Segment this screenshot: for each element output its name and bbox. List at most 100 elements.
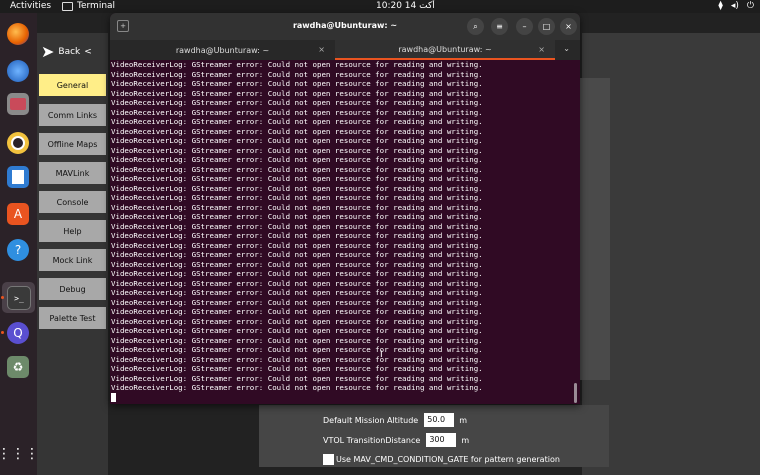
gate-row: Use MAV_CMD_CONDITION_GATE for pattern g… — [323, 454, 560, 465]
log-line: VideoReceiverLog: GStreamer error: Could… — [111, 297, 483, 307]
altitude-unit: m — [459, 415, 468, 425]
log-line: VideoReceiverLog: GStreamer error: Could… — [111, 288, 483, 297]
terminal-output[interactable]: VideoReceiverLog: GStreamer error: Could… — [111, 60, 571, 404]
log-line: VideoReceiverLog: GStreamer error: Could… — [111, 69, 483, 79]
log-line: VideoReceiverLog: GStreamer error: Could… — [111, 316, 483, 326]
log-line: VideoReceiverLog: GStreamer error: Could… — [111, 326, 483, 335]
plan-view-settings: Default Mission Altitude 50.0 m VTOL Tra… — [259, 405, 609, 467]
log-line: VideoReceiverLog: GStreamer error: Could… — [111, 88, 483, 98]
menu-debug[interactable]: Debug — [39, 278, 106, 300]
log-line: VideoReceiverLog: GStreamer error: Could… — [111, 126, 483, 136]
log-line: VideoReceiverLog: GStreamer error: Could… — [111, 345, 483, 354]
log-line: VideoReceiverLog: GStreamer error: Could… — [111, 364, 483, 373]
running-indicator — [1, 331, 4, 334]
log-line: VideoReceiverLog: GStreamer error: Could… — [111, 221, 483, 231]
log-line: VideoReceiverLog: GStreamer error: Could… — [111, 117, 483, 126]
menu-offline-maps[interactable]: Offline Maps — [39, 133, 106, 155]
text-cursor — [111, 392, 116, 402]
gate-label: Use MAV_CMD_CONDITION_GATE for pattern g… — [336, 455, 560, 464]
writer-icon[interactable] — [7, 166, 29, 188]
activities-button[interactable]: Activities — [10, 1, 51, 11]
log-line: VideoReceiverLog: GStreamer error: Could… — [111, 193, 483, 202]
log-line: VideoReceiverLog: GStreamer error: Could… — [111, 79, 483, 88]
top-bar: Activities Terminal 10:20 14 أكت ⧫ ◂) ⏻ — [0, 0, 760, 13]
dock: A ? >_ Q ♻ ⋮⋮⋮ — [0, 13, 39, 475]
grid-icon[interactable]: ⋮⋮⋮ — [0, 443, 39, 465]
menu-mock-link[interactable]: Mock Link — [39, 249, 106, 271]
back-button[interactable]: ➤ Back < — [41, 42, 92, 61]
settings-panel — [578, 78, 610, 380]
log-line: VideoReceiverLog: GStreamer error: Could… — [111, 98, 483, 107]
log-line: VideoReceiverLog: GStreamer error: Could… — [111, 60, 483, 69]
log-line: VideoReceiverLog: GStreamer error: Could… — [111, 202, 483, 212]
altitude-row: Default Mission Altitude 50.0 m — [323, 413, 467, 427]
search-icon[interactable]: ⌕ — [467, 18, 484, 35]
rhythmbox-icon[interactable] — [7, 132, 29, 154]
menu-help[interactable]: Help — [39, 220, 106, 242]
qgroundcontrol-icon[interactable]: Q — [7, 322, 29, 344]
tab-close-icon[interactable]: × — [538, 45, 545, 54]
chevron-down-icon[interactable]: ⌄ — [563, 44, 570, 53]
log-line: VideoReceiverLog: GStreamer error: Could… — [111, 231, 483, 240]
tab-1[interactable]: rawdha@Ubunturaw: ~ × — [110, 40, 335, 60]
scrollbar[interactable] — [574, 383, 577, 403]
firefox-icon[interactable] — [7, 23, 29, 45]
minimize-icon[interactable]: – — [516, 18, 533, 35]
tab-2[interactable]: rawdha@Ubunturaw: ~ × — [335, 40, 555, 60]
log-line: VideoReceiverLog: GStreamer error: Could… — [111, 240, 483, 250]
log-line: VideoReceiverLog: GStreamer error: Could… — [111, 174, 483, 183]
menu-mavlink[interactable]: MAVLink — [39, 162, 106, 184]
network-icon: ⧫ — [718, 1, 723, 11]
maximize-icon[interactable]: □ — [538, 18, 555, 35]
power-icon: ⏻ — [746, 1, 754, 11]
help-icon[interactable]: ? — [7, 239, 29, 261]
altitude-label: Default Mission Altitude — [323, 415, 419, 425]
log-line: VideoReceiverLog: GStreamer error: Could… — [111, 107, 483, 117]
altitude-field[interactable]: 50.0 — [424, 413, 455, 427]
log-line: VideoReceiverLog: GStreamer error: Could… — [111, 354, 483, 364]
back-label: Back — [58, 46, 81, 57]
tab-close-icon[interactable]: × — [318, 45, 325, 54]
app-name: Terminal — [77, 1, 116, 11]
log-line: VideoReceiverLog: GStreamer error: Could… — [111, 278, 483, 288]
menu-console[interactable]: Console — [39, 191, 106, 213]
hamburger-menu-icon[interactable]: ≡ — [491, 18, 508, 35]
tab-label: rawdha@Ubunturaw: ~ — [175, 45, 270, 55]
log-line: VideoReceiverLog: GStreamer error: Could… — [111, 164, 483, 174]
terminal-window: + rawdha@Ubunturaw: ~ ⌕ ≡ – □ × rawdha@U… — [110, 13, 580, 404]
paper-plane-icon: ➤ — [41, 42, 55, 61]
log-line: VideoReceiverLog: GStreamer error: Could… — [111, 269, 483, 278]
tab-label: rawdha@Ubunturaw: ~ — [398, 44, 492, 54]
vtol-field[interactable]: 300 — [426, 433, 457, 447]
vtol-row: VTOL TransitionDistance 300 m — [323, 433, 469, 447]
clock[interactable]: 10:20 14 أكت — [376, 1, 435, 11]
terminal-app-icon — [62, 1, 73, 11]
menu-palette-test[interactable]: Palette Test — [39, 307, 106, 329]
close-icon[interactable]: × — [560, 18, 577, 35]
menu-general[interactable]: General — [39, 74, 106, 96]
log-line: VideoReceiverLog: GStreamer error: Could… — [111, 373, 483, 383]
log-line: VideoReceiverLog: GStreamer error: Could… — [111, 136, 483, 145]
menu-comm-links[interactable]: Comm Links — [39, 104, 106, 126]
log-line: VideoReceiverLog: GStreamer error: Could… — [111, 307, 483, 316]
terminal-header: + rawdha@Ubunturaw: ~ ⌕ ≡ – □ × — [110, 13, 580, 40]
files-icon[interactable] — [7, 93, 29, 115]
log-line: VideoReceiverLog: GStreamer error: Could… — [111, 383, 483, 392]
window-title: rawdha@Ubunturaw: ~ — [292, 21, 398, 30]
tab-bar: rawdha@Ubunturaw: ~ × rawdha@Ubunturaw: … — [110, 40, 580, 60]
trash-icon[interactable]: ♻ — [7, 356, 29, 378]
vtol-unit: m — [461, 435, 470, 445]
log-line: VideoReceiverLog: GStreamer error: Could… — [111, 212, 483, 221]
thunderbird-icon[interactable] — [7, 60, 29, 82]
app-menu[interactable]: Terminal — [62, 1, 115, 11]
log-line: VideoReceiverLog: GStreamer error: Could… — [111, 250, 483, 259]
text-cursor-icon: I — [380, 350, 383, 360]
system-tray[interactable]: ⧫ ◂) ⏻ — [718, 1, 754, 11]
app-center-icon[interactable]: A — [7, 203, 29, 225]
volume-icon: ◂) — [730, 1, 739, 11]
terminal-icon[interactable]: >_ — [7, 286, 31, 310]
chevron-left-icon: < — [84, 46, 92, 57]
log-line: VideoReceiverLog: GStreamer error: Could… — [111, 183, 483, 193]
gate-checkbox[interactable] — [323, 454, 334, 465]
log-line: VideoReceiverLog: GStreamer error: Could… — [111, 259, 483, 269]
